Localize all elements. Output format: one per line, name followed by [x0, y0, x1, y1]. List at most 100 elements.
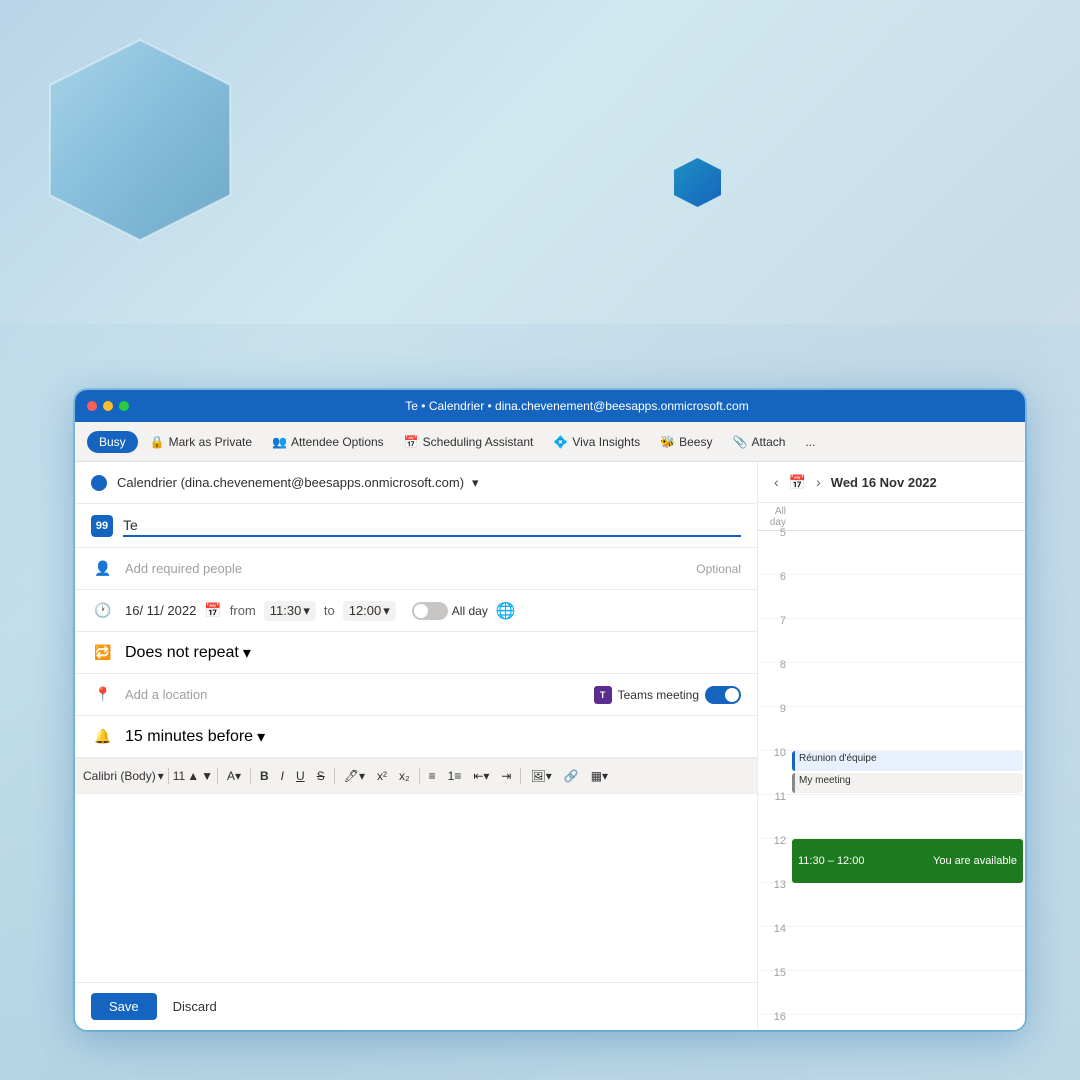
event-title-input[interactable]: [123, 515, 741, 537]
attendee-options-button[interactable]: 👥 Attendee Options: [264, 431, 392, 453]
minimize-window-button[interactable]: [103, 401, 113, 411]
font-size-up-icon: ▲: [187, 769, 199, 783]
save-button[interactable]: Save: [91, 993, 157, 1020]
time-slot-13: 13: [758, 883, 1025, 927]
close-window-button[interactable]: [87, 401, 97, 411]
beesy-button[interactable]: 🐝 Beesy: [652, 431, 720, 453]
event-form: Calendrier (dina.chevenement@beesapps.on…: [75, 462, 757, 1030]
hour-label-15: 15: [758, 965, 790, 979]
calendar-selector[interactable]: Calendrier (dina.chevenement@beesapps.on…: [117, 475, 479, 491]
slot-area-14[interactable]: [790, 927, 1025, 970]
highlight-button[interactable]: 🖊▾: [339, 767, 370, 785]
bold-button[interactable]: B: [255, 767, 274, 785]
font-color-button[interactable]: A▾: [222, 767, 246, 785]
toolbar-separator-3: [250, 768, 251, 784]
slot-area-8[interactable]: [790, 663, 1025, 706]
more-button[interactable]: ...: [797, 431, 823, 453]
insert-table-button[interactable]: ▦▾: [586, 767, 613, 785]
beesy-icon: 🐝: [660, 435, 675, 449]
slot-area-7[interactable]: [790, 619, 1025, 662]
title-row: 99: [75, 504, 757, 548]
slot-area-5[interactable]: [790, 531, 1025, 574]
scheduling-assistant-button[interactable]: 📅 Scheduling Assistant: [396, 431, 542, 453]
calendar-date-title: Wed 16 Nov 2022: [831, 475, 937, 490]
people-icon: 👥: [272, 435, 287, 449]
calendar-sidebar: ‹ 📅 › Wed 16 Nov 2022 All day 5: [757, 462, 1025, 1030]
time-slot-7: 7: [758, 619, 1025, 663]
hour-label-14: 14: [758, 921, 790, 935]
discard-button[interactable]: Discard: [165, 993, 225, 1020]
italic-button[interactable]: I: [276, 767, 289, 785]
bullets-button[interactable]: ≡: [424, 767, 441, 785]
slot-area-10[interactable]: Réunion d'équipe My meeting: [790, 751, 1025, 794]
calendar-header: ‹ 📅 › Wed 16 Nov 2022: [758, 462, 1025, 503]
time-slot-8: 8: [758, 663, 1025, 707]
lock-icon: 🔒: [150, 435, 165, 449]
slot-area-12[interactable]: 11:30 – 12:00 You are available: [790, 839, 1025, 882]
time-slot-6: 6: [758, 575, 1025, 619]
maximize-window-button[interactable]: [119, 401, 129, 411]
hour-label-10: 10: [758, 745, 790, 759]
event-my-meeting[interactable]: My meeting: [792, 773, 1023, 793]
toolbar-separator-5: [419, 768, 420, 784]
toolbar-separator-6: [520, 768, 521, 784]
start-time-selector[interactable]: 11:30 ▾: [264, 601, 316, 621]
toolbar-separator-2: [217, 768, 218, 784]
repeat-selector[interactable]: Does not repeat ▾: [125, 643, 251, 663]
people-field[interactable]: Add required people: [125, 561, 242, 576]
hour-label-11: 11: [758, 789, 790, 803]
calendar-next-button[interactable]: ›: [812, 472, 825, 492]
hour-label-13: 13: [758, 877, 790, 891]
insert-image-button[interactable]: 🖼▾: [525, 767, 556, 785]
slot-area-13[interactable]: [790, 883, 1025, 926]
font-selector[interactable]: Calibri (Body) ▾: [83, 769, 164, 783]
title-bar: Te • Calendrier • dina.chevenement@beesa…: [75, 390, 1025, 422]
timezone-icon[interactable]: 🌐: [496, 601, 516, 621]
hour-label-7: 7: [758, 613, 790, 627]
attach-button[interactable]: 📎 Attach: [724, 431, 793, 453]
slot-area-16[interactable]: [790, 1015, 1025, 1030]
busy-button[interactable]: Busy: [87, 431, 138, 453]
location-row: 📍 Add a location T Teams meeting: [75, 674, 757, 716]
underline-button[interactable]: U: [291, 767, 310, 785]
event-new-slot[interactable]: 11:30 – 12:00 You are available: [792, 839, 1023, 883]
outdent-button[interactable]: ⇥: [496, 767, 516, 785]
time-slot-16: 16: [758, 1015, 1025, 1030]
viva-insights-button[interactable]: 💠 Viva Insights: [545, 431, 648, 453]
mark-private-button[interactable]: 🔒 Mark as Private: [142, 431, 260, 453]
outlook-window: Te • Calendrier • dina.chevenement@beesa…: [75, 390, 1025, 1030]
teams-icon: T: [594, 686, 612, 704]
location-field[interactable]: Add a location: [125, 687, 594, 702]
from-label: from: [230, 603, 256, 618]
person-icon: 👤: [91, 557, 115, 581]
slot-area-9[interactable]: [790, 707, 1025, 750]
numbering-button[interactable]: 1≡: [443, 767, 467, 785]
indent-button[interactable]: ⇤▾: [468, 767, 494, 785]
teams-meeting-toggle[interactable]: T Teams meeting: [594, 686, 741, 704]
slot-area-11[interactable]: [790, 795, 1025, 838]
hour-label-8: 8: [758, 657, 790, 671]
slot-area-15[interactable]: [790, 971, 1025, 1014]
datetime-row: 🕐 16/ 11/ 2022 📅 from 11:30 ▾ to 12:00 ▾: [75, 590, 757, 632]
font-size-selector[interactable]: 11 ▲ ▼: [173, 769, 213, 783]
event-body-area[interactable]: [75, 794, 757, 982]
calendar-small-icon[interactable]: 📅: [204, 602, 221, 619]
hour-label-6: 6: [758, 569, 790, 583]
calendar-header-icon: 📅: [789, 474, 806, 491]
subscript-button[interactable]: x₂: [394, 767, 415, 785]
slot-area-6[interactable]: [790, 575, 1025, 618]
window-title: Te • Calendrier • dina.chevenement@beesa…: [141, 399, 1013, 413]
strikethrough-button[interactable]: S: [312, 767, 330, 785]
toolbar-separator: [168, 768, 169, 784]
viva-icon: 💠: [553, 435, 568, 449]
superscript-button[interactable]: x²: [372, 767, 392, 785]
reminder-selector[interactable]: 15 minutes before ▾: [125, 727, 265, 747]
end-time-selector[interactable]: 12:00 ▾: [343, 601, 396, 621]
bell-icon: 🔔: [91, 725, 115, 749]
insert-link-button[interactable]: 🔗: [559, 767, 584, 785]
calendar-prev-button[interactable]: ‹: [770, 472, 783, 492]
date-value[interactable]: 16/ 11/ 2022: [125, 603, 196, 618]
all-day-toggle[interactable]: All day: [412, 602, 488, 620]
event-reunion-equipe[interactable]: Réunion d'équipe: [792, 751, 1023, 771]
time-slot-10: 10 Réunion d'équipe My meeting: [758, 751, 1025, 795]
